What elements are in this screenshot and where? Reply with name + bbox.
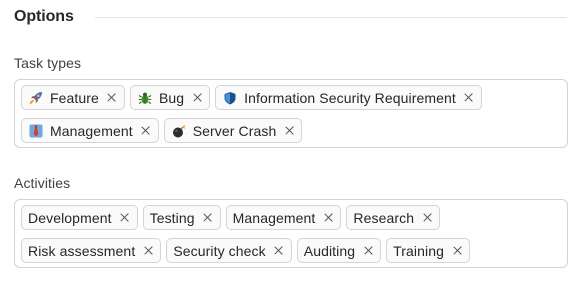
bomb-icon [172, 124, 186, 138]
chip-management: Management [225, 205, 342, 230]
remove-chip-icon[interactable] [107, 93, 117, 103]
remove-chip-icon[interactable] [203, 213, 213, 223]
activities-label: Activities [14, 175, 71, 191]
remove-chip-icon[interactable] [143, 246, 153, 256]
options-section-header: Options [14, 7, 567, 27]
section-title: Options [14, 8, 74, 25]
chip-development: Development [21, 205, 138, 230]
chip-row: Feature Bug Information Security Require… [21, 85, 561, 110]
bug-icon [138, 91, 152, 105]
chip-row: Risk assessment Security check Auditing … [21, 238, 561, 263]
chip-security-check: Security check [166, 238, 292, 263]
chip-information-security-requirement: Information Security Requirement [215, 85, 482, 110]
chip-auditing: Auditing [296, 238, 382, 263]
remove-chip-icon[interactable] [120, 213, 130, 223]
remove-chip-icon[interactable] [274, 246, 284, 256]
remove-chip-icon[interactable] [323, 213, 333, 223]
task-types-select[interactable]: Feature Bug Information Security Require… [14, 79, 568, 148]
necktie-icon [29, 124, 43, 138]
chip-bug: Bug [129, 85, 211, 110]
section-divider [94, 17, 567, 18]
chip-risk-assessment: Risk assessment [21, 238, 162, 263]
chip-feature: Feature [21, 85, 125, 110]
remove-chip-icon[interactable] [452, 246, 462, 256]
chip-server-crash: Server Crash [163, 118, 303, 143]
chip-research: Research [346, 205, 441, 230]
chip-row: Management Server Crash [21, 118, 561, 143]
remove-chip-icon[interactable] [363, 246, 373, 256]
task-types-label: Task types [14, 55, 82, 71]
remove-chip-icon[interactable] [464, 93, 474, 103]
chip-training: Training [386, 238, 471, 263]
activities-select[interactable]: Development Testing Management Research … [14, 199, 568, 268]
rocket-icon [29, 91, 43, 105]
remove-chip-icon[interactable] [192, 93, 202, 103]
remove-chip-icon[interactable] [141, 126, 151, 136]
shield-icon [223, 91, 237, 105]
chip-row: Development Testing Management Research [21, 205, 561, 230]
remove-chip-icon[interactable] [284, 126, 294, 136]
chip-management: Management [21, 118, 159, 143]
remove-chip-icon[interactable] [422, 213, 432, 223]
chip-testing: Testing [142, 205, 221, 230]
